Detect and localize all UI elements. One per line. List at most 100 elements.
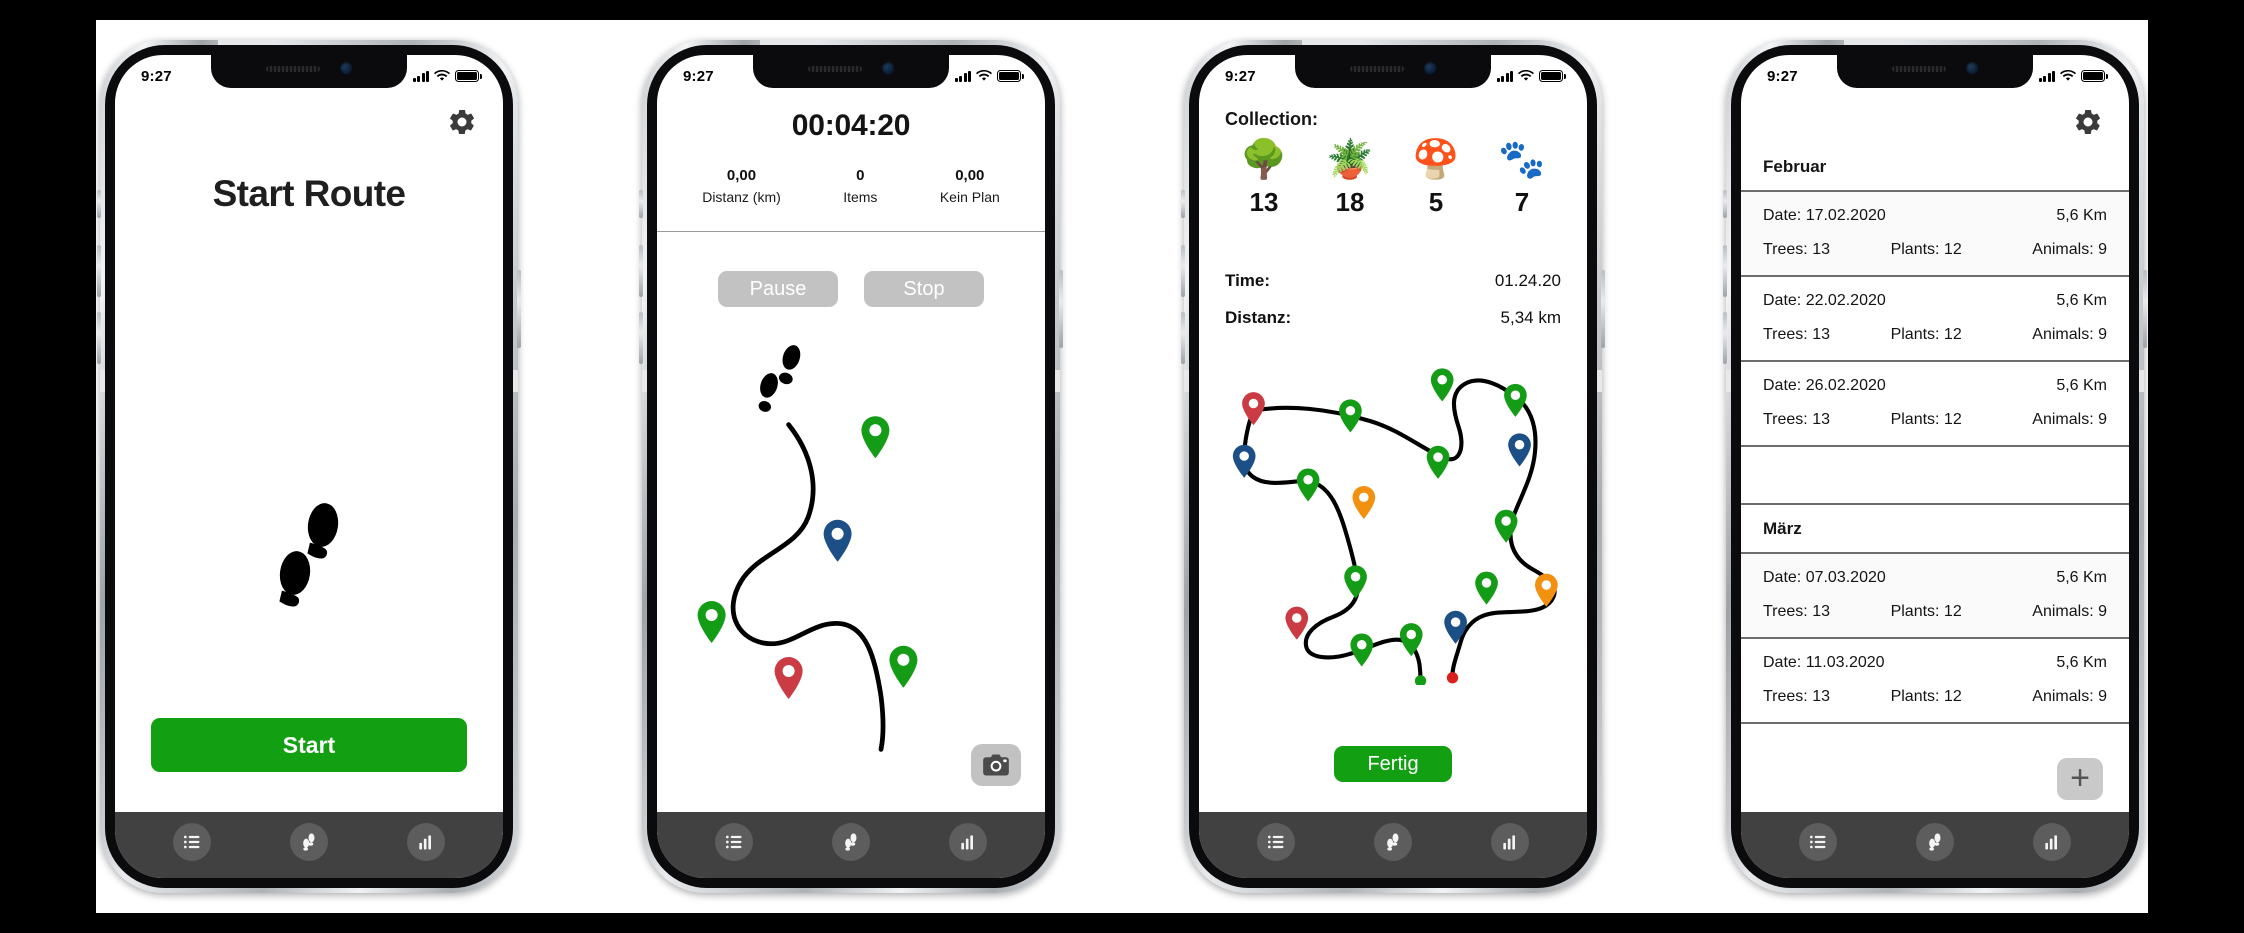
volume-up-button[interactable] [97, 245, 101, 297]
history-row[interactable]: Date: 22.02.2020 5,6 Km Trees: 13 Plants… [1741, 277, 2129, 362]
power-button[interactable] [2143, 270, 2147, 348]
gear-icon [450, 109, 474, 134]
tab-list[interactable] [1256, 823, 1295, 861]
settings-gear-button[interactable] [2073, 107, 2103, 137]
status-icons [954, 70, 1024, 82]
battery-icon [455, 70, 482, 82]
entry-plants: Plants: 12 [1890, 411, 1962, 428]
route-path [730, 422, 886, 752]
entry-distance: 5,6 Km [2056, 292, 2107, 309]
power-button[interactable] [1601, 270, 1605, 348]
tab-route[interactable] [289, 823, 328, 861]
tab-route[interactable] [831, 823, 870, 861]
notch [753, 55, 949, 88]
status-time: 9:27 [1225, 67, 1256, 85]
history-row[interactable]: Date: 07.03.2020 5,6 Km Trees: 13 Plants… [1741, 554, 2129, 639]
entry-date: Date: 22.02.2020 [1763, 292, 1886, 309]
volume-down-button[interactable] [1181, 312, 1185, 364]
wifi-icon [434, 70, 450, 81]
entry-animals: Animals: 9 [2032, 688, 2107, 705]
divider [657, 231, 1045, 232]
stat-value: 0,00 [955, 167, 985, 184]
entry-date: Date: 17.02.2020 [1763, 207, 1886, 224]
signal-icon [954, 70, 971, 82]
route-map-preview[interactable] [657, 335, 993, 755]
entry-distance: 5,6 Km [2056, 654, 2107, 671]
history-row[interactable]: Date: 11.03.2020 5,6 Km Trees: 13 Plants… [1741, 639, 2129, 724]
row-top: Date: 07.03.2020 5,6 Km [1763, 569, 2107, 587]
status-icons [1496, 70, 1566, 82]
bar-chart-icon [2045, 835, 2058, 850]
row-value: 5,34 km [1500, 308, 1561, 327]
route-map-full[interactable] [1205, 355, 1587, 685]
tab-list[interactable] [172, 823, 211, 861]
row-key: Distanz: [1225, 308, 1292, 327]
front-camera-icon [339, 62, 353, 75]
done-button[interactable]: Fertig [1334, 746, 1452, 782]
footsteps-icon [1929, 833, 1941, 851]
map-marker [774, 657, 803, 699]
battery-icon [1539, 70, 1566, 82]
tab-stats[interactable] [2033, 823, 2072, 861]
phone-start-route: 9:27 Start Route Start [97, 40, 521, 893]
start-button[interactable]: Start [151, 718, 467, 772]
footsteps-icon [1387, 833, 1399, 851]
entry-animals: Animals: 9 [2032, 326, 2107, 343]
earpiece-speaker [265, 65, 320, 72]
map-marker [1399, 623, 1423, 657]
tab-list[interactable] [1798, 823, 1837, 861]
status-icons [412, 70, 482, 82]
stat-distance: 0,00 Distanz (km) [702, 167, 781, 205]
entry-date: Date: 26.02.2020 [1763, 377, 1886, 394]
row-top: Date: 26.02.2020 5,6 Km [1763, 377, 2107, 395]
antenna-band-right [1597, 370, 1602, 392]
volume-up-button[interactable] [639, 245, 643, 297]
status-icons [2038, 70, 2108, 82]
camera-button[interactable] [971, 744, 1021, 786]
tab-list[interactable] [714, 823, 753, 861]
row-value: 01.24.20 [1494, 271, 1561, 290]
history-row[interactable]: Date: 17.02.2020 5,6 Km Trees: 13 Plants… [1741, 192, 2129, 277]
map-marker [1232, 444, 1256, 478]
entry-plants: Plants: 12 [1890, 603, 1962, 620]
collection-item-plants: 🪴 18 [1314, 140, 1386, 218]
history-list[interactable]: Februar Date: 17.02.2020 5,6 Km Trees: 1… [1741, 143, 2129, 812]
volume-down-button[interactable] [1723, 312, 1727, 364]
tab-stats[interactable] [1491, 823, 1530, 861]
history-row[interactable]: Date: 26.02.2020 5,6 Km Trees: 13 Plants… [1741, 362, 2129, 447]
tab-route[interactable] [1373, 823, 1412, 861]
bottom-tab-bar [115, 812, 503, 878]
pause-button[interactable]: Pause [718, 271, 838, 307]
mute-switch[interactable] [1723, 190, 1727, 218]
settings-gear-button[interactable] [447, 107, 477, 137]
row-bottom: Trees: 13 Plants: 12 Animals: 9 [1763, 241, 2107, 259]
map-marker [1352, 485, 1376, 519]
earpiece-speaker [1891, 65, 1946, 72]
power-button[interactable] [517, 270, 521, 348]
mute-switch[interactable] [97, 190, 101, 218]
power-button[interactable] [1059, 270, 1063, 348]
row-bottom: Trees: 13 Plants: 12 Animals: 9 [1763, 603, 2107, 621]
volume-up-button[interactable] [1723, 245, 1727, 297]
section-header-februar: Februar [1741, 143, 2129, 192]
list-footer: + [1741, 724, 2129, 812]
mute-switch[interactable] [1181, 190, 1185, 218]
volume-down-button[interactable] [639, 312, 643, 364]
antenna-band-right [1055, 370, 1060, 392]
route-markers [1232, 368, 1558, 667]
tree-emoji: 🌳 [1240, 139, 1288, 181]
stat-plan: 0,00 Kein Plan [940, 167, 1000, 205]
volume-up-button[interactable] [1181, 245, 1185, 297]
map-marker [861, 416, 890, 459]
tab-stats[interactable] [407, 823, 446, 861]
tab-stats[interactable] [949, 823, 988, 861]
stats-row: 0,00 Distanz (km) 0 Items 0,00 Kein Plan [657, 167, 1045, 205]
volume-down-button[interactable] [97, 312, 101, 364]
summary-row-distance: Distanz: 5,34 km [1225, 308, 1561, 328]
bar-chart-icon [961, 835, 974, 850]
tab-route[interactable] [1915, 823, 1954, 861]
stop-button[interactable]: Stop [864, 271, 984, 307]
row-top: Date: 11.03.2020 5,6 Km [1763, 654, 2107, 672]
add-route-button[interactable]: + [2057, 758, 2103, 800]
mute-switch[interactable] [639, 190, 643, 218]
